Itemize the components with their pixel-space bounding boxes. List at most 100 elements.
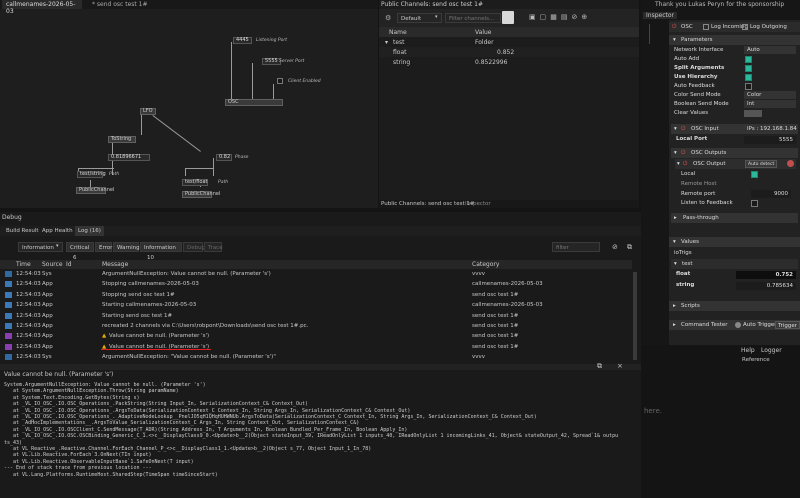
tab-logger[interactable]: Logger xyxy=(761,347,782,354)
scripts-header[interactable]: ▸ Scripts xyxy=(669,301,800,311)
chevron-down-icon[interactable]: ▾ xyxy=(677,159,680,169)
values-header[interactable]: ▾ Values xyxy=(669,237,800,247)
auto-detect-button[interactable]: Auto detect xyxy=(745,160,778,168)
local-toggle[interactable] xyxy=(751,171,758,178)
expand-arrow-icon[interactable]: ▾ xyxy=(385,39,388,46)
log-row[interactable]: 12:54:03 App Value cannot be null. (Parame… xyxy=(0,331,632,341)
tab-callmenames[interactable]: callmenames-2026-05-03 xyxy=(2,0,82,15)
filter-debug-button[interactable]: Debug xyxy=(183,242,205,252)
chevron-right-icon[interactable]: ▸ xyxy=(673,320,676,330)
network-interface-select[interactable]: Auto xyxy=(744,46,796,54)
osc-module-header[interactable]: ⏻ OSC Log Incoming Log Outgoing xyxy=(669,22,800,32)
chevron-down-icon[interactable]: ▾ xyxy=(674,124,677,134)
log-outgoing-toggle[interactable] xyxy=(742,24,748,30)
server-port-box[interactable]: 5555 xyxy=(262,58,281,65)
public-channel-node-1[interactable]: PublicChannel xyxy=(76,187,114,194)
tab-app-health[interactable]: App Health xyxy=(42,228,73,234)
auto-trigger-toggle[interactable] xyxy=(735,322,741,328)
log-row[interactable]: 12:54:03 Sys ArgumentNullException: "Value… xyxy=(0,352,632,362)
channel-row-float[interactable]: float 0.852 xyxy=(379,47,639,57)
tab-inspector[interactable]: Inspector xyxy=(465,201,491,207)
string-value-field[interactable]: 0.785634 xyxy=(736,282,796,290)
float-value-field[interactable]: 0.752 xyxy=(736,271,796,279)
auto-add-toggle[interactable] xyxy=(745,56,752,63)
auto-feedback-toggle[interactable] xyxy=(745,83,752,90)
clear-log-icon[interactable]: ⊘ xyxy=(612,243,618,251)
osc-input-header[interactable]: ▾ ⏻ OSC Input IPs : 192.168.1.84 xyxy=(671,124,798,134)
color-send-mode-select[interactable]: Color xyxy=(744,91,796,99)
tab-build-result[interactable]: Build Result xyxy=(6,228,39,234)
log-row[interactable]: 12:54:03 App Starting send osc test 1# send… xyxy=(0,311,632,321)
filter-error-button[interactable]: Error xyxy=(95,242,112,252)
power-icon[interactable]: ⏻ xyxy=(681,148,685,158)
log-row[interactable]: 12:54:03 App Stopping callmenames-2026-05-… xyxy=(0,279,632,289)
test-group-header[interactable]: ▾ test xyxy=(671,259,798,269)
gear-icon[interactable]: ⚙ xyxy=(385,14,391,22)
client-enabled-toggle[interactable] xyxy=(277,78,283,84)
chevron-right-icon[interactable]: ▸ xyxy=(673,301,676,311)
log-filter-input[interactable]: filter xyxy=(552,242,600,252)
chevron-down-icon[interactable]: ▾ xyxy=(56,243,59,249)
use-hierarchy-toggle[interactable] xyxy=(745,74,752,81)
copy-log-icon[interactable]: ⧉ xyxy=(627,243,632,252)
boolean-send-mode-select[interactable]: Int xyxy=(744,100,796,108)
close-detail-icon[interactable]: × xyxy=(617,362,623,370)
patch-editor[interactable]: callmenames-2026-05-03 * send osc test 1… xyxy=(0,0,378,208)
log-row[interactable]: 12:54:03 App Starting callmenames-2026-05-… xyxy=(0,300,632,310)
channel-row-string[interactable]: string 0.8522996 xyxy=(379,57,639,67)
command-tester-header[interactable]: ▸ Command Tester Auto Trigger Trigger xyxy=(669,320,800,330)
channels-filter-input[interactable]: Filter channels... xyxy=(445,13,501,23)
chevron-down-icon[interactable]: ▾ xyxy=(673,35,676,45)
log-time: 12:54:03 xyxy=(16,343,41,350)
chevron-down-icon[interactable]: ▾ xyxy=(435,14,438,20)
remove-output-icon[interactable] xyxy=(787,160,794,167)
tostring-node[interactable]: ToString xyxy=(108,136,136,143)
power-icon[interactable]: ⏻ xyxy=(683,159,687,169)
tab-log[interactable]: Log (16) xyxy=(75,226,104,236)
value-box-string[interactable]: 0.81896671 xyxy=(108,154,150,161)
log-source: App xyxy=(42,323,53,329)
copy-detail-icon[interactable]: ⧉ xyxy=(597,362,602,371)
local-port-field[interactable]: 5555 xyxy=(744,136,796,144)
filter-warning-button[interactable]: Warning xyxy=(113,242,140,252)
filter-icon[interactable] xyxy=(502,11,514,24)
pass-through-header[interactable]: ▸ Pass-through xyxy=(671,213,798,223)
path-string-box[interactable]: test/string xyxy=(77,171,106,178)
clear-values-button[interactable] xyxy=(744,110,762,117)
filter-critical-button[interactable]: Critical 6 xyxy=(66,242,94,261)
value-box-float[interactable]: 0.82 xyxy=(216,154,232,161)
log-scrollbar[interactable] xyxy=(633,272,637,360)
tab-send-osc-test[interactable]: * send osc test 1# xyxy=(88,0,168,9)
listen-feedback-toggle[interactable] xyxy=(751,200,758,207)
tab-help[interactable]: Help xyxy=(741,347,755,354)
channel-row-test[interactable]: ▾ test Folder xyxy=(379,37,639,47)
chevron-down-icon[interactable]: ▾ xyxy=(674,259,677,269)
log-row[interactable]: 12:54:03 App recreated 2 channels via C:\U… xyxy=(0,321,632,331)
filter-trace-button[interactable]: Trace xyxy=(204,242,223,252)
filter-information-button[interactable]: Information 10 xyxy=(140,242,182,261)
public-channel-node-2[interactable]: PublicChannel xyxy=(182,191,220,198)
log-row[interactable]: 12:54:03 Sys ArgumentNullException: Value … xyxy=(0,269,632,279)
log-row[interactable]: 12:54:03 App Value cannot be null. (Parame… xyxy=(0,342,632,352)
log-incoming-toggle[interactable] xyxy=(703,24,709,30)
values-label: Values xyxy=(681,239,699,245)
chevron-down-icon[interactable]: ▾ xyxy=(674,148,677,158)
channel-value[interactable]: 0.8522996 xyxy=(475,59,507,66)
osc-node[interactable]: OSC xyxy=(225,99,283,106)
path-float-box[interactable]: test/float xyxy=(182,179,208,186)
power-icon[interactable]: ⏻ xyxy=(681,124,685,134)
chevron-down-icon[interactable]: ▾ xyxy=(673,237,676,247)
osc-outputs-header[interactable]: ▾ ⏻ OSC Outputs xyxy=(671,148,798,158)
trigger-button[interactable]: Trigger xyxy=(775,321,800,329)
osc-output-header[interactable]: ▾ ⏻ OSC Output Auto detect xyxy=(675,159,796,169)
log-row[interactable]: 12:54:03 App Stopping send osc test 1# send… xyxy=(0,290,632,300)
parameters-header[interactable]: ▾ Parameters xyxy=(669,35,800,45)
channel-value[interactable]: 0.852 xyxy=(497,49,514,56)
tab-public-channels[interactable]: Public Channels: send osc test 1# xyxy=(381,201,474,207)
chevron-right-icon[interactable]: ▸ xyxy=(674,213,677,223)
power-icon[interactable]: ⏻ xyxy=(672,22,676,32)
lfo-node[interactable]: LFO xyxy=(140,108,156,115)
remote-port-field[interactable]: 9000 xyxy=(751,190,791,198)
split-arguments-toggle[interactable] xyxy=(745,65,752,72)
listening-port-box[interactable]: 4445 xyxy=(233,37,252,44)
